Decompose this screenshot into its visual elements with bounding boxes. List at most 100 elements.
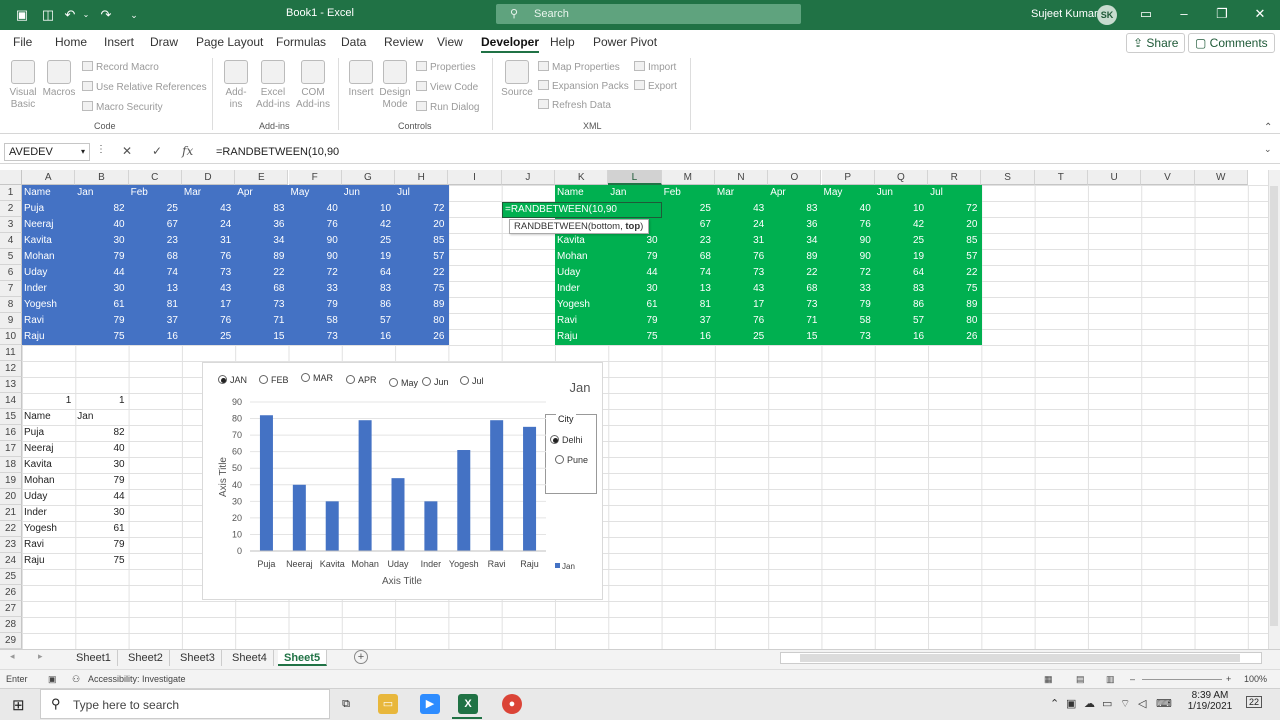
column-header[interactable]: B bbox=[75, 170, 129, 185]
collapse-ribbon-icon[interactable]: ⌃ bbox=[1264, 122, 1272, 133]
header-cell[interactable]: Jun bbox=[875, 185, 928, 201]
table-cell[interactable]: 68 bbox=[235, 281, 288, 297]
row-header[interactable]: 2 bbox=[0, 201, 22, 217]
header-cell[interactable]: May bbox=[289, 185, 342, 201]
table-cell[interactable]: 25 bbox=[342, 233, 395, 249]
table-cell[interactable]: 83 bbox=[342, 281, 395, 297]
table-cell[interactable]: 10 bbox=[342, 201, 395, 217]
table-cell[interactable]: 75 bbox=[75, 553, 128, 569]
table-cell[interactable]: 79 bbox=[75, 249, 128, 265]
table-cell[interactable]: 16 bbox=[875, 329, 928, 345]
cancel-icon[interactable]: ✕ bbox=[122, 144, 132, 158]
table-cell[interactable]: 43 bbox=[715, 201, 768, 217]
header-cell[interactable]: Jul bbox=[395, 185, 448, 201]
bar[interactable] bbox=[457, 450, 471, 551]
vertical-scroll-thumb[interactable] bbox=[1270, 186, 1278, 626]
table-cell[interactable]: 25 bbox=[129, 201, 182, 217]
table-cell[interactable]: Kavita bbox=[22, 457, 75, 473]
row-header[interactable]: 24 bbox=[0, 553, 22, 569]
table-cell[interactable]: 30 bbox=[608, 233, 661, 249]
minimize-icon[interactable]: – bbox=[1176, 6, 1192, 22]
table-cell[interactable]: 83 bbox=[235, 201, 288, 217]
scroll-tabs-left-icon[interactable]: ◂ bbox=[10, 651, 15, 662]
table-cell[interactable]: 43 bbox=[182, 201, 235, 217]
add-sheet-button[interactable]: + bbox=[354, 650, 368, 664]
table-cell[interactable]: 71 bbox=[235, 313, 288, 329]
expansion-packs-button[interactable]: Expansion Packs bbox=[538, 80, 629, 92]
table-cell[interactable]: 34 bbox=[768, 233, 821, 249]
bar[interactable] bbox=[490, 420, 504, 551]
table-cell[interactable]: 16 bbox=[129, 329, 182, 345]
com-addins-button[interactable]: COM Add-ins bbox=[294, 60, 332, 111]
row-header[interactable]: 13 bbox=[0, 377, 22, 393]
close-icon[interactable]: ✕ bbox=[1252, 6, 1268, 22]
table-cell[interactable]: 17 bbox=[182, 297, 235, 313]
table-cell[interactable]: 33 bbox=[822, 281, 875, 297]
table-cell[interactable]: Ravi bbox=[22, 537, 75, 553]
table-cell[interactable]: 23 bbox=[129, 233, 182, 249]
insert-control-button[interactable]: Insert bbox=[344, 60, 378, 99]
table-cell[interactable]: 57 bbox=[342, 313, 395, 329]
insert-function-icon[interactable]: fx bbox=[182, 144, 193, 158]
tab-help[interactable]: Help bbox=[550, 35, 575, 49]
row-header[interactable]: 9 bbox=[0, 313, 22, 329]
normal-view-icon[interactable]: ▦ bbox=[1044, 670, 1053, 688]
map-properties-button[interactable]: Map Properties bbox=[538, 61, 620, 73]
table-cell[interactable]: 37 bbox=[129, 313, 182, 329]
row-header[interactable]: 29 bbox=[0, 633, 22, 649]
table-cell[interactable]: 83 bbox=[768, 201, 821, 217]
table-cell[interactable]: 79 bbox=[822, 297, 875, 313]
row-header[interactable]: 14 bbox=[0, 393, 22, 409]
avatar[interactable]: SK bbox=[1097, 5, 1117, 25]
table-cell[interactable]: 68 bbox=[768, 281, 821, 297]
notifications-badge[interactable]: 22 bbox=[1246, 696, 1263, 708]
table-cell[interactable]: 72 bbox=[928, 201, 981, 217]
ribbon-display-icon[interactable]: ▭ bbox=[1138, 6, 1154, 22]
column-header[interactable]: L bbox=[608, 170, 662, 185]
row-header[interactable]: 5 bbox=[0, 249, 22, 265]
tab-insert[interactable]: Insert bbox=[104, 35, 134, 49]
tab-formulas[interactable]: Formulas bbox=[276, 35, 326, 49]
select-all-corner[interactable] bbox=[0, 170, 22, 185]
table-cell[interactable]: 90 bbox=[822, 233, 875, 249]
table-cell[interactable]: 89 bbox=[235, 249, 288, 265]
header-cell[interactable]: May bbox=[822, 185, 875, 201]
table-cell[interactable]: 15 bbox=[235, 329, 288, 345]
table-cell[interactable]: 74 bbox=[662, 265, 715, 281]
y-axis-title[interactable]: Axis Title bbox=[218, 457, 229, 497]
table-cell[interactable]: 25 bbox=[662, 201, 715, 217]
table-cell[interactable]: 33 bbox=[289, 281, 342, 297]
table-cell[interactable]: 72 bbox=[395, 201, 448, 217]
header-cell[interactable]: Jul bbox=[928, 185, 981, 201]
table-cell[interactable]: 31 bbox=[715, 233, 768, 249]
zoom-level[interactable]: 100% bbox=[1244, 670, 1267, 688]
table-cell[interactable]: 44 bbox=[75, 265, 128, 281]
column-header[interactable]: S bbox=[981, 170, 1035, 185]
header-cell[interactable]: Name bbox=[555, 185, 608, 201]
row-header[interactable]: 7 bbox=[0, 281, 22, 297]
table-cell[interactable]: 79 bbox=[75, 313, 128, 329]
table-cell[interactable]: 67 bbox=[662, 217, 715, 233]
table-cell[interactable]: 81 bbox=[129, 297, 182, 313]
table-cell[interactable]: Mohan bbox=[22, 249, 75, 265]
header-cell[interactable]: Jan bbox=[608, 185, 661, 201]
system-tray-chevron-icon[interactable]: ⌃ bbox=[1050, 697, 1059, 710]
table-cell[interactable]: 24 bbox=[182, 217, 235, 233]
import-button[interactable]: Import bbox=[634, 61, 676, 73]
table-cell[interactable]: Raju bbox=[22, 553, 75, 569]
comments-button[interactable]: ▢ Comments bbox=[1188, 33, 1275, 53]
table-cell[interactable]: 44 bbox=[608, 265, 661, 281]
header-cell[interactable]: Jun bbox=[342, 185, 395, 201]
table-cell[interactable]: 73 bbox=[768, 297, 821, 313]
header-cell[interactable]: Jan bbox=[75, 185, 128, 201]
row-header[interactable]: 11 bbox=[0, 345, 22, 361]
run-dialog-button[interactable]: Run Dialog bbox=[416, 101, 479, 113]
table-cell[interactable]: Uday bbox=[22, 489, 75, 505]
table-cell[interactable]: 43 bbox=[182, 281, 235, 297]
column-header[interactable]: A bbox=[22, 170, 76, 185]
table-cell[interactable]: 76 bbox=[822, 217, 875, 233]
table-cell[interactable]: 76 bbox=[182, 249, 235, 265]
table-cell[interactable]: 75 bbox=[608, 329, 661, 345]
column-header[interactable]: P bbox=[821, 170, 875, 185]
table-cell[interactable]: 72 bbox=[822, 265, 875, 281]
